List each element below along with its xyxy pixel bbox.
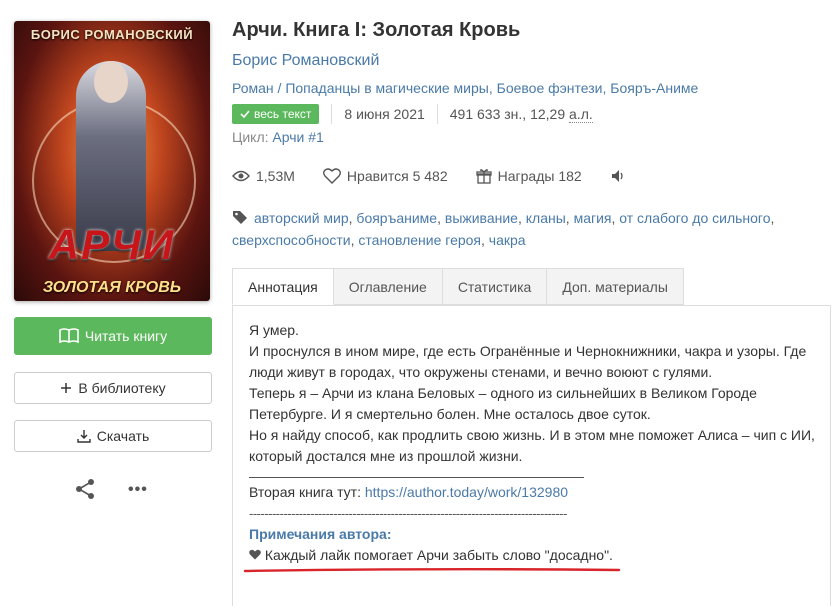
genres-links[interactable]: Роман / Попаданцы в магические миры, Бое… <box>232 80 698 96</box>
publish-date: 8 июня 2021 <box>344 106 425 122</box>
size-unit: а.л. <box>569 105 593 123</box>
open-book-icon <box>59 328 79 344</box>
cover-subtitle: ЗОЛОТАЯ КРОВЬ <box>42 279 182 296</box>
download-icon <box>77 429 91 443</box>
red-underline <box>243 568 621 573</box>
tab-extra-materials[interactable]: Доп. материалы <box>547 268 684 305</box>
add-to-library-button[interactable]: В библиотеку <box>14 372 212 404</box>
tag[interactable]: магия <box>574 210 612 226</box>
more-options-icon[interactable]: ••• <box>128 481 148 499</box>
tags-icon <box>233 211 247 224</box>
second-book-link[interactable]: https://author.today/work/132980 <box>365 484 568 500</box>
author-notes-heading: Примечания автора: <box>249 526 392 542</box>
tag[interactable]: становление героя <box>358 232 481 248</box>
plus-icon <box>60 382 72 394</box>
tag[interactable]: сверхспособности <box>232 232 351 248</box>
cover-author: БОРИС РОМАНОВСКИЙ <box>30 27 194 42</box>
stats-bar: 1,53M Нравится 5 482 Награды 182 <box>232 168 660 184</box>
awards-count: 182 <box>558 168 582 184</box>
status-badge: весь текст <box>232 104 320 124</box>
tab-contents[interactable]: Оглавление <box>333 268 443 305</box>
eye-icon <box>232 170 250 182</box>
read-book-label: Читать книгу <box>84 328 168 344</box>
annotation-line: Но я найду способ, как продлить свою жиз… <box>249 427 815 464</box>
download-button[interactable]: Скачать <box>14 420 212 452</box>
tag[interactable]: авторский мир <box>254 210 349 226</box>
tag[interactable]: от слабого до сильного <box>619 210 770 226</box>
add-to-library-label: В библиотеку <box>78 380 166 396</box>
read-book-button[interactable]: Читать книгу <box>14 317 212 355</box>
divider <box>249 477 584 478</box>
annotation-line: Я умер. <box>249 322 299 338</box>
audio-button[interactable] <box>610 169 632 183</box>
views-stat: 1,53M <box>232 168 295 184</box>
tag[interactable]: чакра <box>489 232 526 248</box>
tab-annotation[interactable]: Аннотация <box>232 268 334 305</box>
like-button[interactable]: Нравится 5 482 <box>322 168 448 184</box>
dash-divider: ----------------------------------------… <box>249 506 567 521</box>
book-size: 491 633 зн., 12,29 <box>449 106 566 122</box>
download-label: Скачать <box>96 428 150 444</box>
book-title: Арчи. Книга I: Золотая Кровь <box>232 19 521 41</box>
heart-icon <box>249 549 261 560</box>
speaker-icon <box>611 170 623 182</box>
tags-list: авторский мир, бояръаниме, выживание, кл… <box>232 210 775 248</box>
awards-button[interactable]: Награды 182 <box>475 168 582 184</box>
book-meta: весь текст 8 июня 2021 491 633 зн., 12,2… <box>232 103 593 125</box>
check-icon <box>240 110 250 118</box>
author-link[interactable]: Борис Романовский <box>232 52 379 70</box>
heart-icon <box>322 168 341 184</box>
tab-statistics[interactable]: Статистика <box>442 268 548 305</box>
annotation-line: И проснулся в ином мире, где есть Огранё… <box>249 343 807 380</box>
annotation: Я умер. И проснулся в ином мире, где ест… <box>243 320 821 573</box>
tag[interactable]: бояръаниме <box>356 210 437 226</box>
cycle-link[interactable]: Арчи #1 <box>272 129 323 145</box>
cover-face <box>94 61 128 103</box>
tag[interactable]: выживание <box>445 210 518 226</box>
gift-icon <box>475 169 492 184</box>
tab-bar: Аннотация Оглавление Статистика Доп. мат… <box>232 268 684 306</box>
second-book-line: Вторая книга тут: https://author.today/w… <box>249 484 569 500</box>
cycle-info: Цикл: Арчи #1 <box>232 129 324 145</box>
cover-title: АРЧИ <box>48 221 176 268</box>
likes-count: 5 482 <box>412 168 448 184</box>
book-cover[interactable]: БОРИС РОМАНОВСКИЙ АРЧИ ЗОЛОТАЯ КРОВЬ <box>14 21 210 301</box>
author-note: Каждый лайк помогает Арчи забыть слово "… <box>243 545 821 573</box>
tag[interactable]: кланы <box>526 210 566 226</box>
share-icon[interactable] <box>74 478 96 505</box>
annotation-line: Теперь я – Арчи из клана Беловых – одног… <box>249 385 757 422</box>
